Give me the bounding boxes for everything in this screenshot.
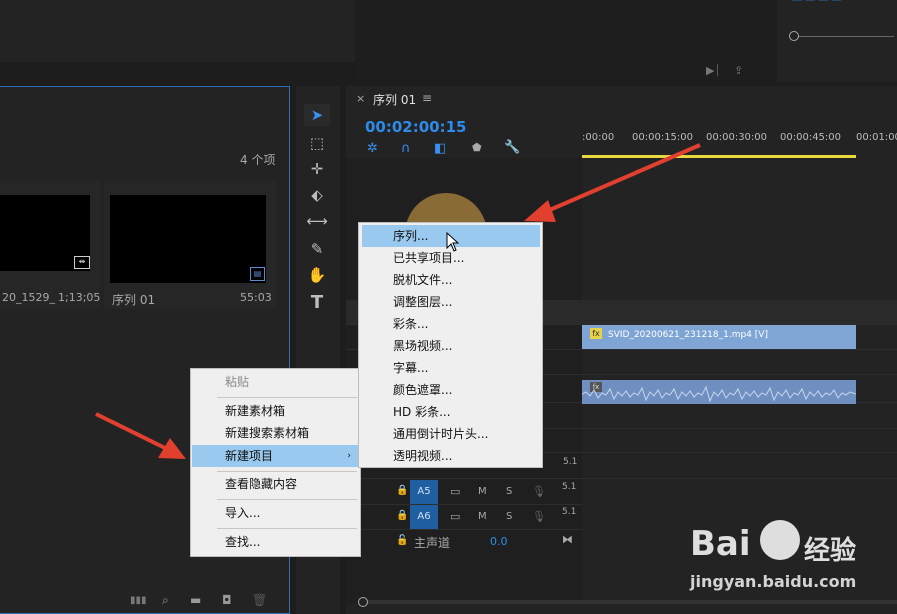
watermark-brand-2: 经验 (804, 536, 857, 566)
watermark-url: jingyan.baidu.com (690, 572, 857, 591)
watermark-brand: Bai (690, 524, 751, 564)
paw-logo-icon (760, 520, 800, 560)
baidu-watermark: Bai 经验 jingyan.baidu.com (690, 520, 890, 610)
